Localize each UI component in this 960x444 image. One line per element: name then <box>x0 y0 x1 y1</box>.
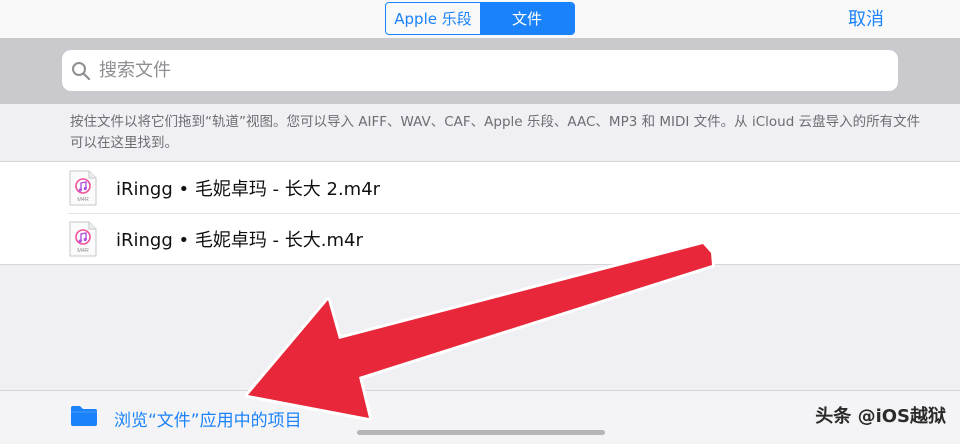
browse-files-label: 浏览“文件”应用中的项目 <box>114 410 302 431</box>
file-type-label: M4R <box>77 197 89 203</box>
cancel-button[interactable]: 取消 <box>848 5 884 31</box>
search-icon <box>71 61 91 81</box>
search-field[interactable] <box>62 50 898 91</box>
search-input[interactable] <box>97 59 861 82</box>
home-indicator[interactable] <box>357 430 605 435</box>
file-list-item[interactable]: M4R iRingg • 毛妮卓玛 - 长大 2.m4r <box>0 162 960 213</box>
bottom-toolbar: 浏览“文件”应用中的项目 头条 @iOS越狱 <box>0 390 960 444</box>
browse-files-app-button[interactable]: 浏览“文件”应用中的项目 <box>70 405 302 431</box>
file-list-item[interactable]: M4R iRingg • 毛妮卓玛 - 长大.m4r <box>0 213 960 264</box>
source-segmented-control: Apple 乐段 文件 <box>385 2 575 35</box>
file-list: M4R iRingg • 毛妮卓玛 - 长大 2.m4r M4R iRingg … <box>0 161 960 265</box>
tab-files[interactable]: 文件 <box>480 3 574 34</box>
top-navigation-bar: Apple 乐段 文件 取消 <box>0 0 960 38</box>
import-hint-text: 按住文件以将它们拖到“轨道”视图。您可以导入 AIFF、WAV、CAF、Appl… <box>70 114 921 151</box>
search-bar-area <box>0 38 960 104</box>
watermark: 头条 @iOS越狱 <box>815 406 946 427</box>
m4r-file-icon: M4R <box>68 221 98 257</box>
file-name: iRingg • 毛妮卓玛 - 长大 2.m4r <box>116 178 381 200</box>
m4r-file-icon: M4R <box>68 170 98 206</box>
file-type-label: M4R <box>77 248 89 254</box>
files-picker-screen: Apple 乐段 文件 取消 按住文件以将它们拖到“轨道”视图。您可以导入 AI… <box>0 0 960 444</box>
file-name: iRingg • 毛妮卓玛 - 长大.m4r <box>116 229 363 251</box>
tab-apple-loops[interactable]: Apple 乐段 <box>386 3 480 34</box>
folder-icon <box>70 405 98 431</box>
